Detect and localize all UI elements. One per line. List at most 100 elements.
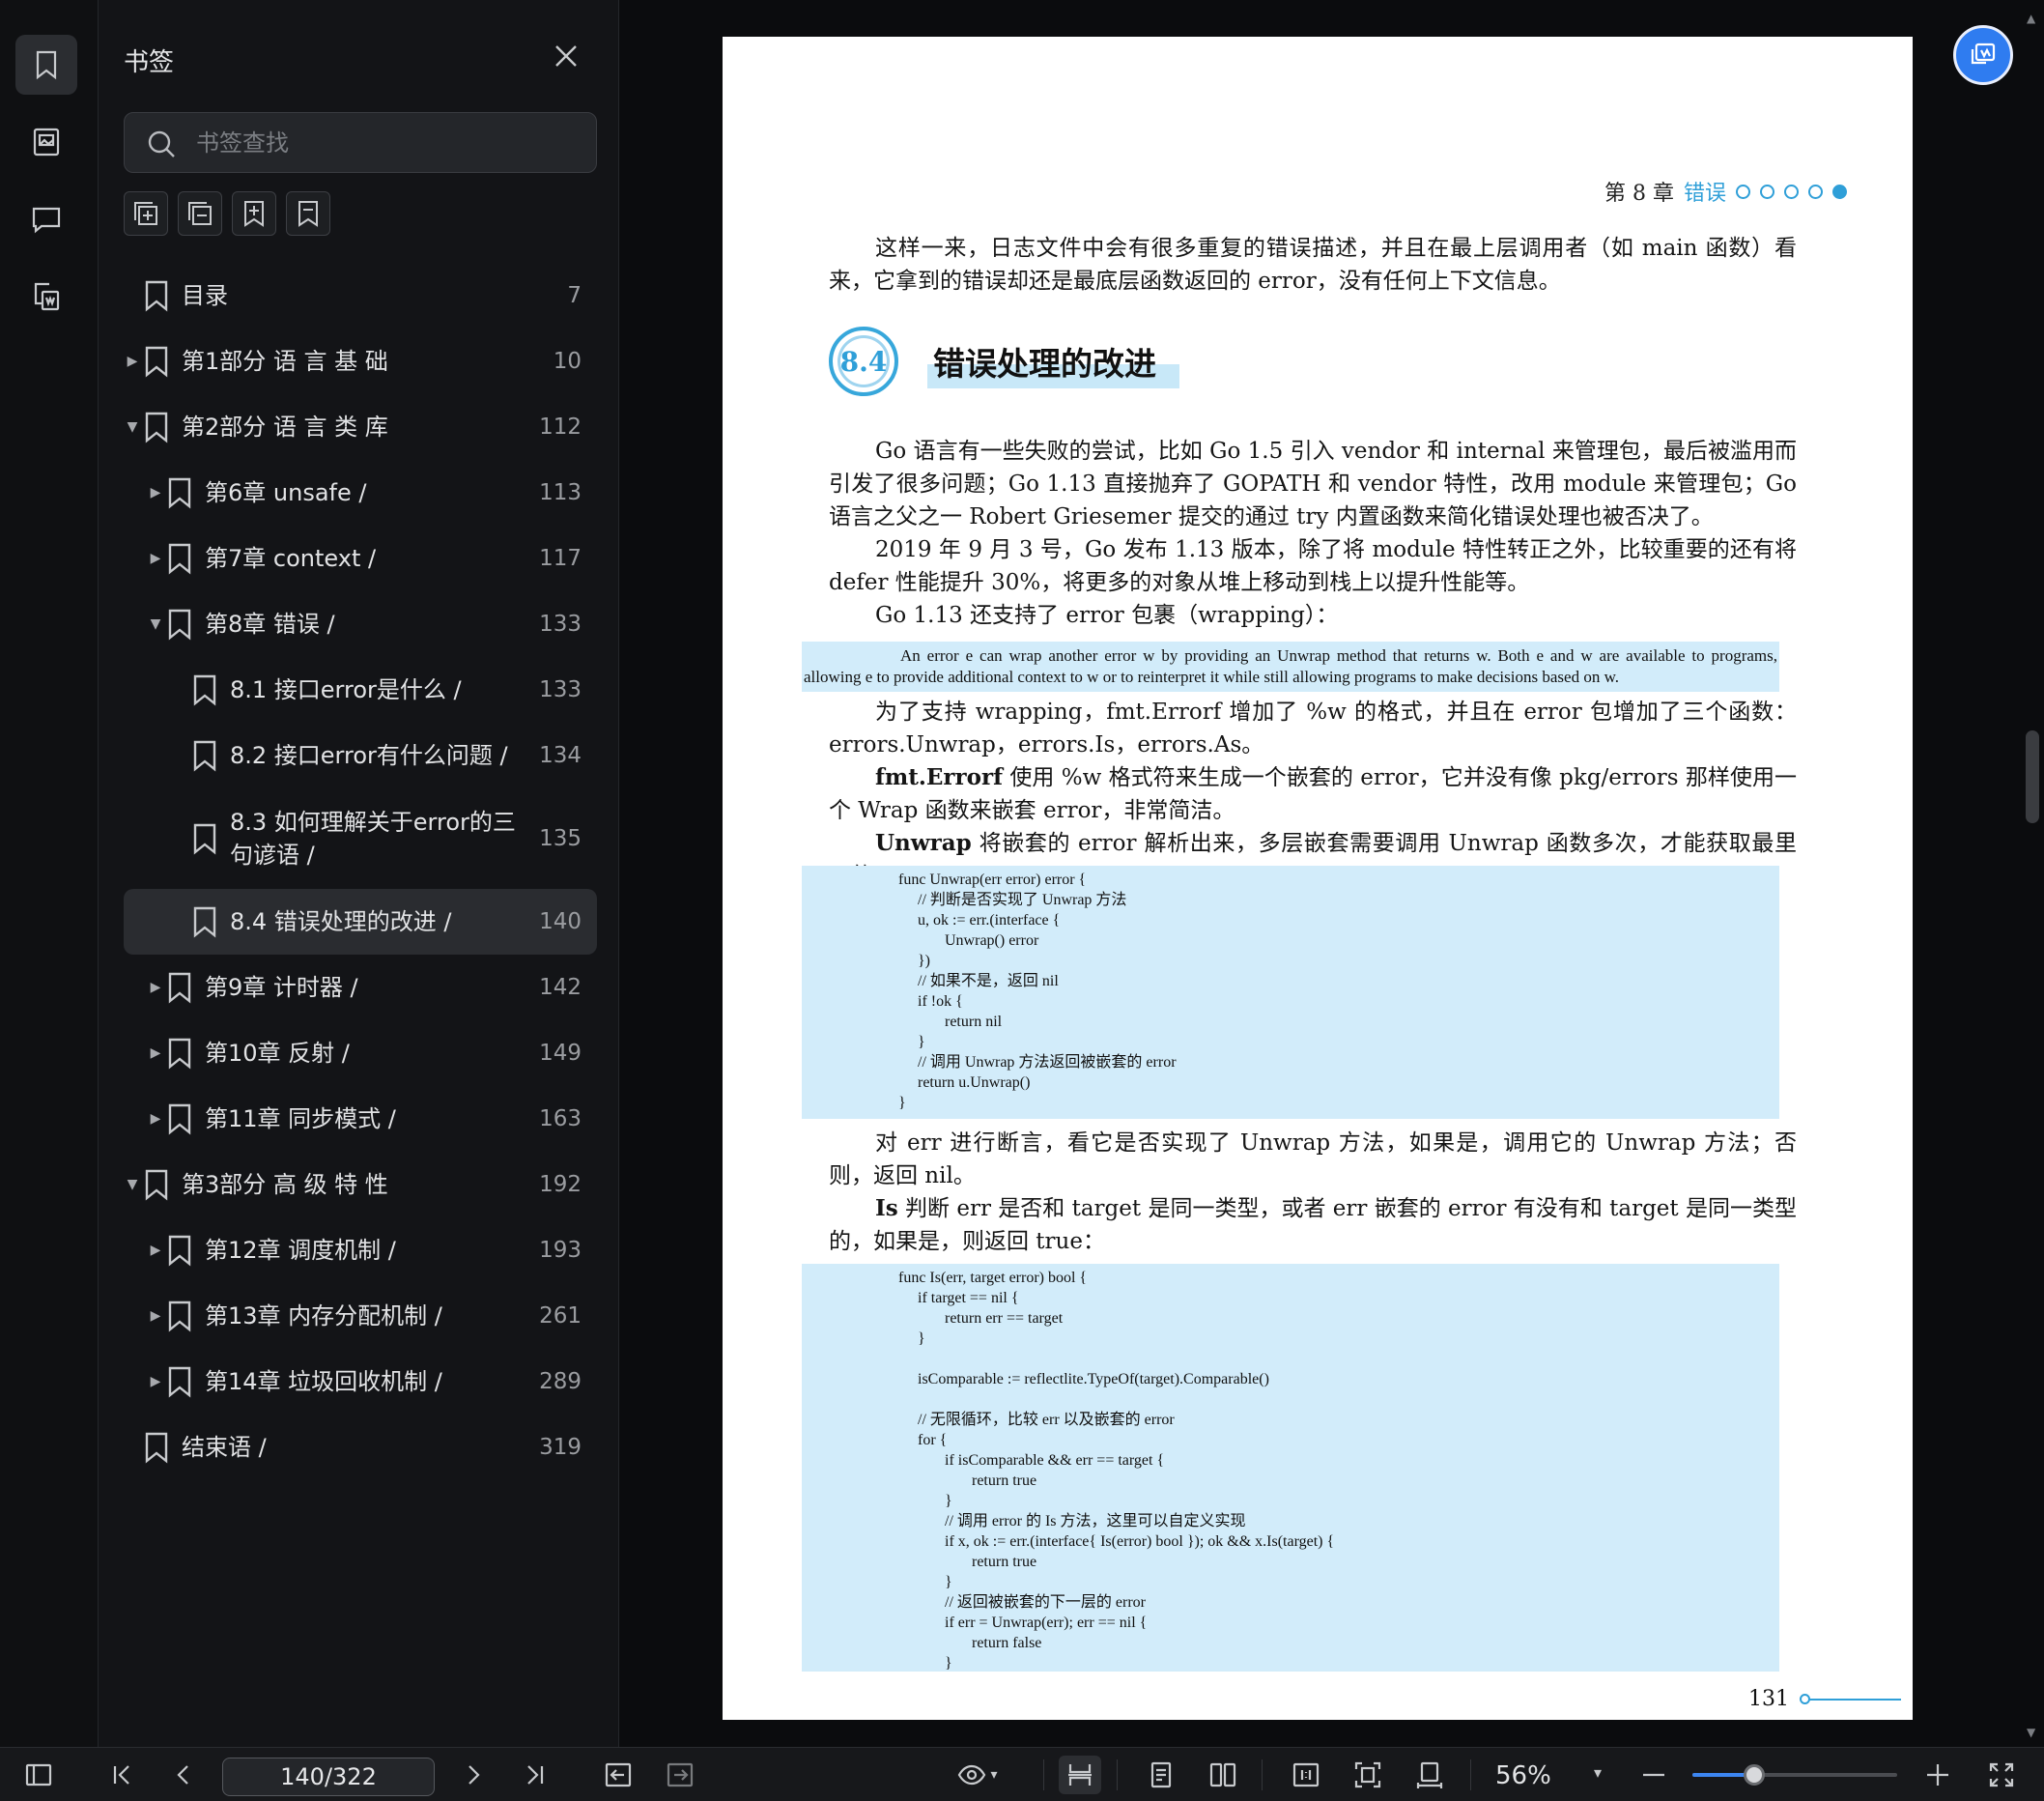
collapse-all-button[interactable]: [178, 191, 222, 236]
caret-right-icon[interactable]: ▶: [147, 1307, 164, 1325]
navigate-forward-button[interactable]: [661, 1756, 699, 1794]
fullscreen-button[interactable]: [1982, 1756, 2021, 1794]
caret-down-icon[interactable]: ▼: [147, 615, 164, 633]
vertical-scrollbar[interactable]: ▲ ▼: [2023, 0, 2044, 1747]
bookmark-item[interactable]: ▶ 第11章 同步模式 / 163: [124, 1086, 597, 1152]
fit-width-button[interactable]: [1408, 1756, 1451, 1794]
fit-page-button[interactable]: [1347, 1756, 1389, 1794]
zoom-out-button[interactable]: [1634, 1756, 1673, 1794]
left-icon-rail: [0, 0, 99, 1747]
caret-right-icon[interactable]: ▶: [147, 550, 164, 567]
document-extract-icon: [34, 282, 60, 311]
expand-all-button[interactable]: [124, 191, 168, 236]
bookmark-tree: 目录 7 ▶ 第1部分 语 言 基 础 10 ▼ 第2部分 语 言 类 库 112 ▶ 第6章 u…: [124, 263, 597, 1480]
zoom-level-value[interactable]: 56%: [1495, 1761, 1551, 1790]
bookmark-item[interactable]: 8.2 接口error有什么问题 / 134: [124, 723, 597, 788]
view-mode-dropdown[interactable]: ▾: [949, 1756, 1007, 1794]
caret-right-icon[interactable]: ▶: [147, 1110, 164, 1128]
bookmark-item[interactable]: ▼ 第3部分 高 级 特 性 192: [124, 1152, 597, 1217]
bookmark-item[interactable]: ▶ 第14章 垃圾回收机制 / 289: [124, 1349, 597, 1415]
bookmark-item[interactable]: ▼ 第8章 错误 / 133: [124, 591, 597, 657]
navigate-back-button[interactable]: [599, 1756, 638, 1794]
bookmark-item[interactable]: ▶ 第1部分 语 言 基 础 10: [124, 329, 597, 394]
caret-right-icon[interactable]: ▶: [147, 979, 164, 996]
bookmark-label: 第1部分 语 言 基 础: [182, 348, 388, 375]
zoom-dropdown-chevron-icon[interactable]: ▾: [1594, 1763, 1602, 1782]
continuous-scroll-button[interactable]: [1059, 1756, 1101, 1794]
bookmark-item[interactable]: ▶ 第7章 context / 117: [124, 526, 597, 591]
bookmark-item[interactable]: ▶ 第6章 unsafe / 113: [124, 460, 597, 526]
scroll-down-arrow[interactable]: ▼: [2027, 1726, 2035, 1739]
bookmark-page-number: 10: [553, 349, 582, 374]
last-page-button[interactable]: [516, 1756, 554, 1794]
comment-icon: [32, 207, 61, 234]
bookmark-item[interactable]: 目录 7: [124, 263, 597, 329]
scrollbar-thumb[interactable]: [2026, 730, 2039, 823]
bookmark-item[interactable]: ▼ 第2部分 语 言 类 库 112: [124, 394, 597, 460]
toggle-sidebar-button[interactable]: [19, 1756, 58, 1794]
bookmark-search-input[interactable]: [196, 113, 582, 172]
bookmark-icon: [191, 739, 218, 772]
scroll-up-arrow[interactable]: ▲: [2027, 12, 2035, 25]
bookmark-item[interactable]: 8.4 错误处理的改进 / 140: [124, 889, 597, 955]
bookmark-label: 结束语 /: [182, 1434, 267, 1461]
bookmark-label: 第7章 context /: [205, 545, 377, 572]
fit-page-icon: [1354, 1761, 1381, 1788]
bookmark-item[interactable]: ▶ 第13章 内存分配机制 / 261: [124, 1283, 597, 1349]
paragraph-5: fmt.Errorf 使用 %w 格式符来生成一个嵌套的 error，它并没有像…: [829, 761, 1797, 827]
toolbar-separator: [1470, 1759, 1471, 1790]
bookmark-current-button[interactable]: [286, 191, 330, 236]
bookmark-item[interactable]: 结束语 / 319: [124, 1415, 597, 1480]
bookmark-item[interactable]: ▶ 第10章 反射 / 149: [124, 1020, 597, 1086]
bookmark-label: 第9章 计时器 /: [205, 974, 358, 1001]
zoom-in-button[interactable]: [1918, 1756, 1957, 1794]
caret-right-icon[interactable]: ▶: [147, 1242, 164, 1259]
two-page-button[interactable]: [1202, 1756, 1244, 1794]
bookmark-item[interactable]: ▶ 第9章 计时器 / 142: [124, 955, 597, 1020]
paragraph-6-term: Unwrap: [875, 830, 972, 856]
caret-down-icon[interactable]: ▼: [124, 418, 141, 436]
code-block-is: func Is(err, target error) bool { if tar…: [802, 1264, 1779, 1672]
single-page-button[interactable]: [1140, 1756, 1182, 1794]
actual-size-button[interactable]: [1285, 1756, 1327, 1794]
paragraph-8-term: Is: [875, 1195, 898, 1221]
panel-title: 书签: [124, 48, 175, 77]
caret-down-icon[interactable]: ▼: [124, 1176, 141, 1193]
bookmark-page-number: 133: [539, 677, 582, 702]
zoom-slider-handle[interactable]: [1743, 1764, 1765, 1786]
document-viewer[interactable]: 第 8 章 错误 这样一来，日志文件中会有很多重复的错误描述，并且在最上层调用者…: [620, 0, 2044, 1750]
zoom-slider[interactable]: [1692, 1764, 1897, 1786]
caret-right-icon[interactable]: ▶: [147, 1044, 164, 1062]
previous-page-button[interactable]: [164, 1756, 203, 1794]
caret-right-icon[interactable]: ▶: [147, 1373, 164, 1390]
running-head-chapter: 第 8 章: [1604, 182, 1674, 206]
bookmark-icon: [166, 542, 193, 575]
caret-right-icon[interactable]: ▶: [147, 484, 164, 501]
decor-dot: [1832, 184, 1847, 199]
close-panel-button[interactable]: [553, 43, 582, 71]
extract-tab-button[interactable]: [15, 267, 77, 327]
caret-right-icon[interactable]: ▶: [124, 353, 141, 370]
bookmark-label: 目录: [182, 282, 228, 309]
bookmark-item[interactable]: 8.1 接口error是什么 / 133: [124, 657, 597, 723]
section-heading: 8.4 错误处理的改进: [829, 317, 1179, 406]
page-number-input[interactable]: [222, 1758, 435, 1796]
paragraph-8-text: 判断 err 是否和 target 是同一类型，或者 err 嵌套的 error…: [829, 1196, 1797, 1254]
decor-dot: [1808, 184, 1823, 199]
bookmark-page-number: 135: [539, 826, 582, 851]
next-page-button[interactable]: [454, 1756, 493, 1794]
comments-tab-button[interactable]: [15, 189, 77, 249]
continuous-scroll-icon: [1068, 1764, 1092, 1786]
bookmarks-tab-button[interactable]: [15, 35, 77, 95]
floating-reader-button[interactable]: [1953, 25, 2013, 85]
bookmark-item[interactable]: 8.3 如何理解关于error的三 句谚语 / 135: [124, 788, 597, 889]
toolbar-separator: [1043, 1759, 1044, 1790]
add-bookmark-button[interactable]: [232, 191, 276, 236]
thumbnails-tab-button[interactable]: [15, 112, 77, 172]
bookmark-item[interactable]: ▶ 第12章 调度机制 / 193: [124, 1217, 597, 1283]
bookmark-icon: [166, 1365, 193, 1398]
page-number-ring: [1800, 1694, 1810, 1704]
bookmark-label: 第14章 垃圾回收机制 /: [205, 1368, 442, 1395]
first-page-button[interactable]: [102, 1756, 141, 1794]
bottom-toolbar: ▾ 56% ▾: [0, 1747, 2044, 1801]
